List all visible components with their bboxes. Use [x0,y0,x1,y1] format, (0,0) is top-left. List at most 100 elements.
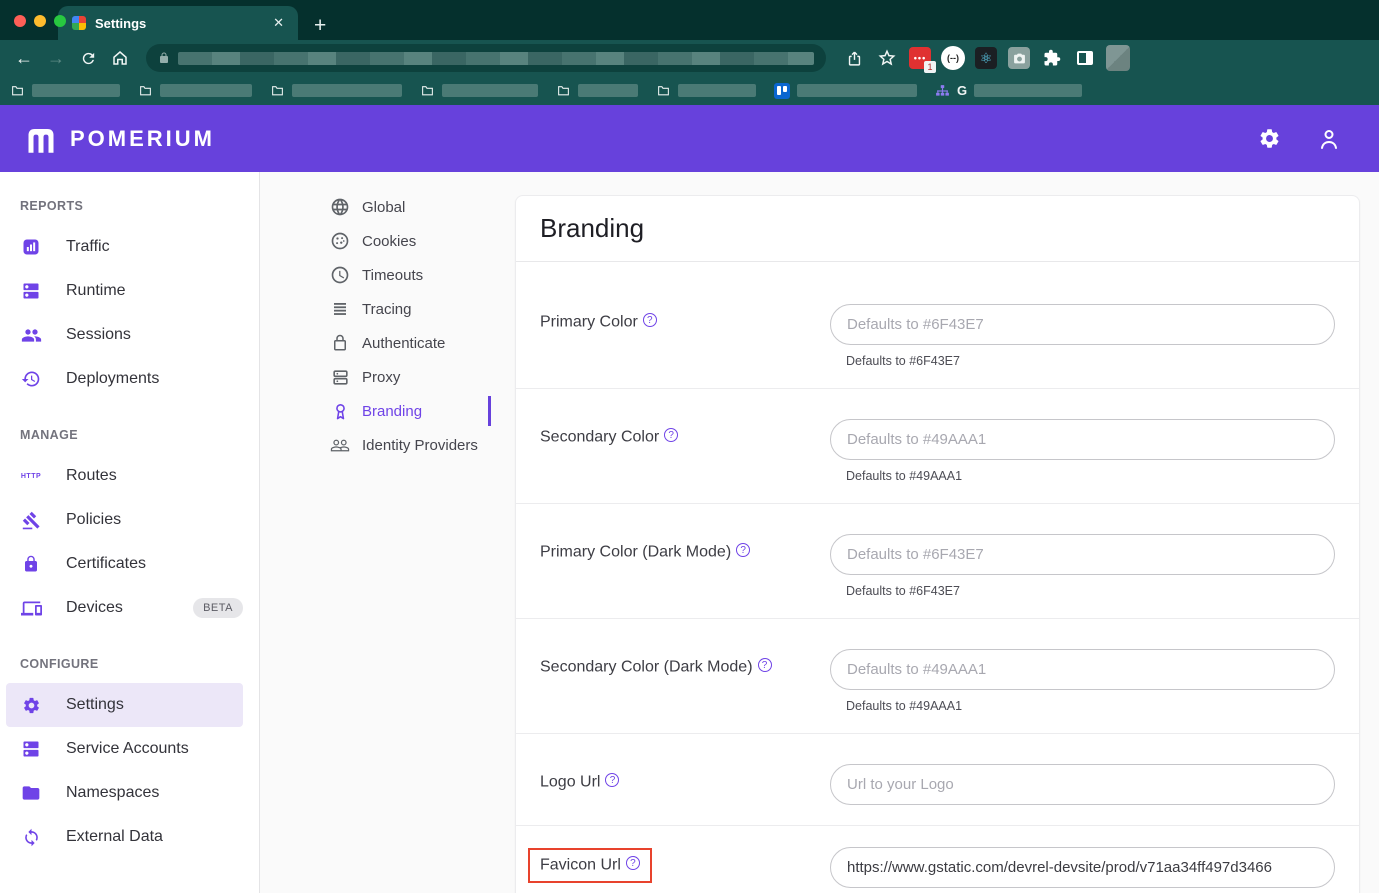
close-window-button[interactable] [14,15,26,27]
bookmark-folder[interactable] [270,84,402,97]
circle-extension-icon[interactable]: (--) [941,46,965,70]
zoom-window-button[interactable] [54,15,66,27]
sidebar: REPORTS Traffic Runtime Sessions Deploym… [0,172,260,893]
settings-subnav: Global Cookies Timeouts Tracing Authenti… [260,172,515,893]
subnav-item-cookies[interactable]: Cookies [260,224,515,258]
profile-avatar[interactable] [1106,46,1130,70]
help-icon[interactable]: ? [605,773,619,787]
bookmark-sitemap[interactable]: G [935,83,1082,98]
sidebar-item-label: Runtime [66,282,126,300]
sidebar-item-runtime[interactable]: Runtime [0,269,259,313]
subnav-item-global[interactable]: Global [260,190,515,224]
help-icon[interactable]: ? [643,313,657,327]
help-icon[interactable]: ? [758,658,772,672]
bookmark-folder[interactable] [556,84,638,97]
field-label: Logo Url [540,774,600,791]
section-title-reports: REPORTS [0,172,259,225]
bookmark-folder[interactable] [138,84,252,97]
account-icon[interactable] [1317,127,1341,151]
minimize-window-button[interactable] [34,15,46,27]
new-tab-button[interactable]: + [314,15,326,36]
tab-strip: Settings ✕ + [0,0,1379,40]
field-helper: Defaults to #6F43E7 [846,354,1335,368]
sidebar-item-routes[interactable]: HTTP Routes [0,454,259,498]
pomerium-header: POMERIUM [0,105,1379,172]
lock-icon [158,51,170,65]
field-secondary-color: Secondary Color? Defaults to #49AAA1 [516,389,1359,504]
bookmark-folder[interactable] [656,84,756,97]
bookmark-folder[interactable] [420,84,538,97]
subnav-item-proxy[interactable]: Proxy [260,360,515,394]
sidebar-item-external-data[interactable]: External Data [0,815,259,859]
globe-icon [330,197,350,217]
browser-toolbar: ← → ••• 1 (--) ⚛ [0,40,1379,76]
share-icon[interactable] [842,46,866,70]
subnav-item-authenticate[interactable]: Authenticate [260,326,515,360]
people-icon [20,325,42,346]
tab-close-icon[interactable]: ✕ [269,13,288,33]
reload-icon[interactable] [74,44,102,72]
home-icon[interactable] [106,44,134,72]
server-icon [20,739,42,759]
sidebar-item-label: Policies [66,511,121,529]
extensions-puzzle-icon[interactable] [1040,46,1064,70]
header-settings-gear-icon[interactable] [1258,127,1281,150]
proxy-server-icon [330,368,350,387]
sidebar-item-label: Namespaces [66,784,159,802]
help-icon[interactable]: ? [736,543,750,557]
redacted-url [178,52,814,65]
primary-color-input[interactable] [830,304,1335,345]
help-icon[interactable]: ? [626,856,640,870]
sidebar-item-label: External Data [66,828,163,846]
primary-color-dark-input[interactable] [830,534,1335,575]
sidebar-item-label: Deployments [66,370,159,388]
sidebar-item-deployments[interactable]: Deployments [0,357,259,401]
subnav-item-tracing[interactable]: Tracing [260,292,515,326]
sidebar-item-certificates[interactable]: Certificates [0,542,259,586]
secondary-color-dark-input[interactable] [830,649,1335,690]
subnav-item-identity-providers[interactable]: Identity Providers [260,428,515,462]
pomerium-logo: POMERIUM [24,124,215,154]
bookmark-folder[interactable] [10,84,120,97]
camera-extension-icon[interactable] [1007,46,1031,70]
bookmark-star-icon[interactable] [875,46,899,70]
field-helper: Defaults to #49AAA1 [846,469,1335,483]
sidebar-item-sessions[interactable]: Sessions [0,313,259,357]
http-icon: HTTP [20,473,42,480]
subnav-item-branding[interactable]: Branding [260,394,515,428]
sidebar-item-label: Certificates [66,555,146,573]
folder-icon [20,783,42,803]
sidebar-item-policies[interactable]: Policies [0,498,259,542]
subnav-item-timeouts[interactable]: Timeouts [260,258,515,292]
favicon-url-input[interactable] [830,847,1335,888]
sidebar-item-label: Routes [66,467,117,485]
history-icon [20,369,42,389]
sitemap-icon [935,84,950,98]
help-icon[interactable]: ? [664,428,678,442]
address-bar[interactable] [146,44,826,72]
forward-icon[interactable]: → [42,44,70,72]
secondary-color-input[interactable] [830,419,1335,460]
sidebar-item-traffic[interactable]: Traffic [0,225,259,269]
traffic-chart-icon [20,237,42,257]
field-label: Favicon Url [540,857,621,874]
sidebar-item-label: Sessions [66,326,131,344]
field-helper: Defaults to #49AAA1 [846,699,1335,713]
field-favicon-url: Favicon Url? [516,826,1359,893]
bookmarks-bar: G [0,76,1379,105]
field-secondary-color-dark: Secondary Color (Dark Mode)? Defaults to… [516,619,1359,734]
bookmark-trello[interactable] [774,83,917,99]
browser-tab[interactable]: Settings ✕ [58,6,298,40]
trello-icon [774,83,790,99]
sidebar-item-namespaces[interactable]: Namespaces [0,771,259,815]
back-icon[interactable]: ← [10,44,38,72]
sidebar-item-service-accounts[interactable]: Service Accounts [0,727,259,771]
adblock-extension-icon[interactable]: ••• 1 [908,46,932,70]
sidebar-item-devices[interactable]: Devices BETA [0,586,259,630]
sidebar-item-settings[interactable]: Settings [6,683,243,727]
react-devtools-icon[interactable]: ⚛ [974,46,998,70]
side-panel-icon[interactable] [1073,46,1097,70]
tab-favicon [72,16,86,30]
logo-url-input[interactable] [830,764,1335,805]
sidebar-item-label: Devices [66,599,123,617]
